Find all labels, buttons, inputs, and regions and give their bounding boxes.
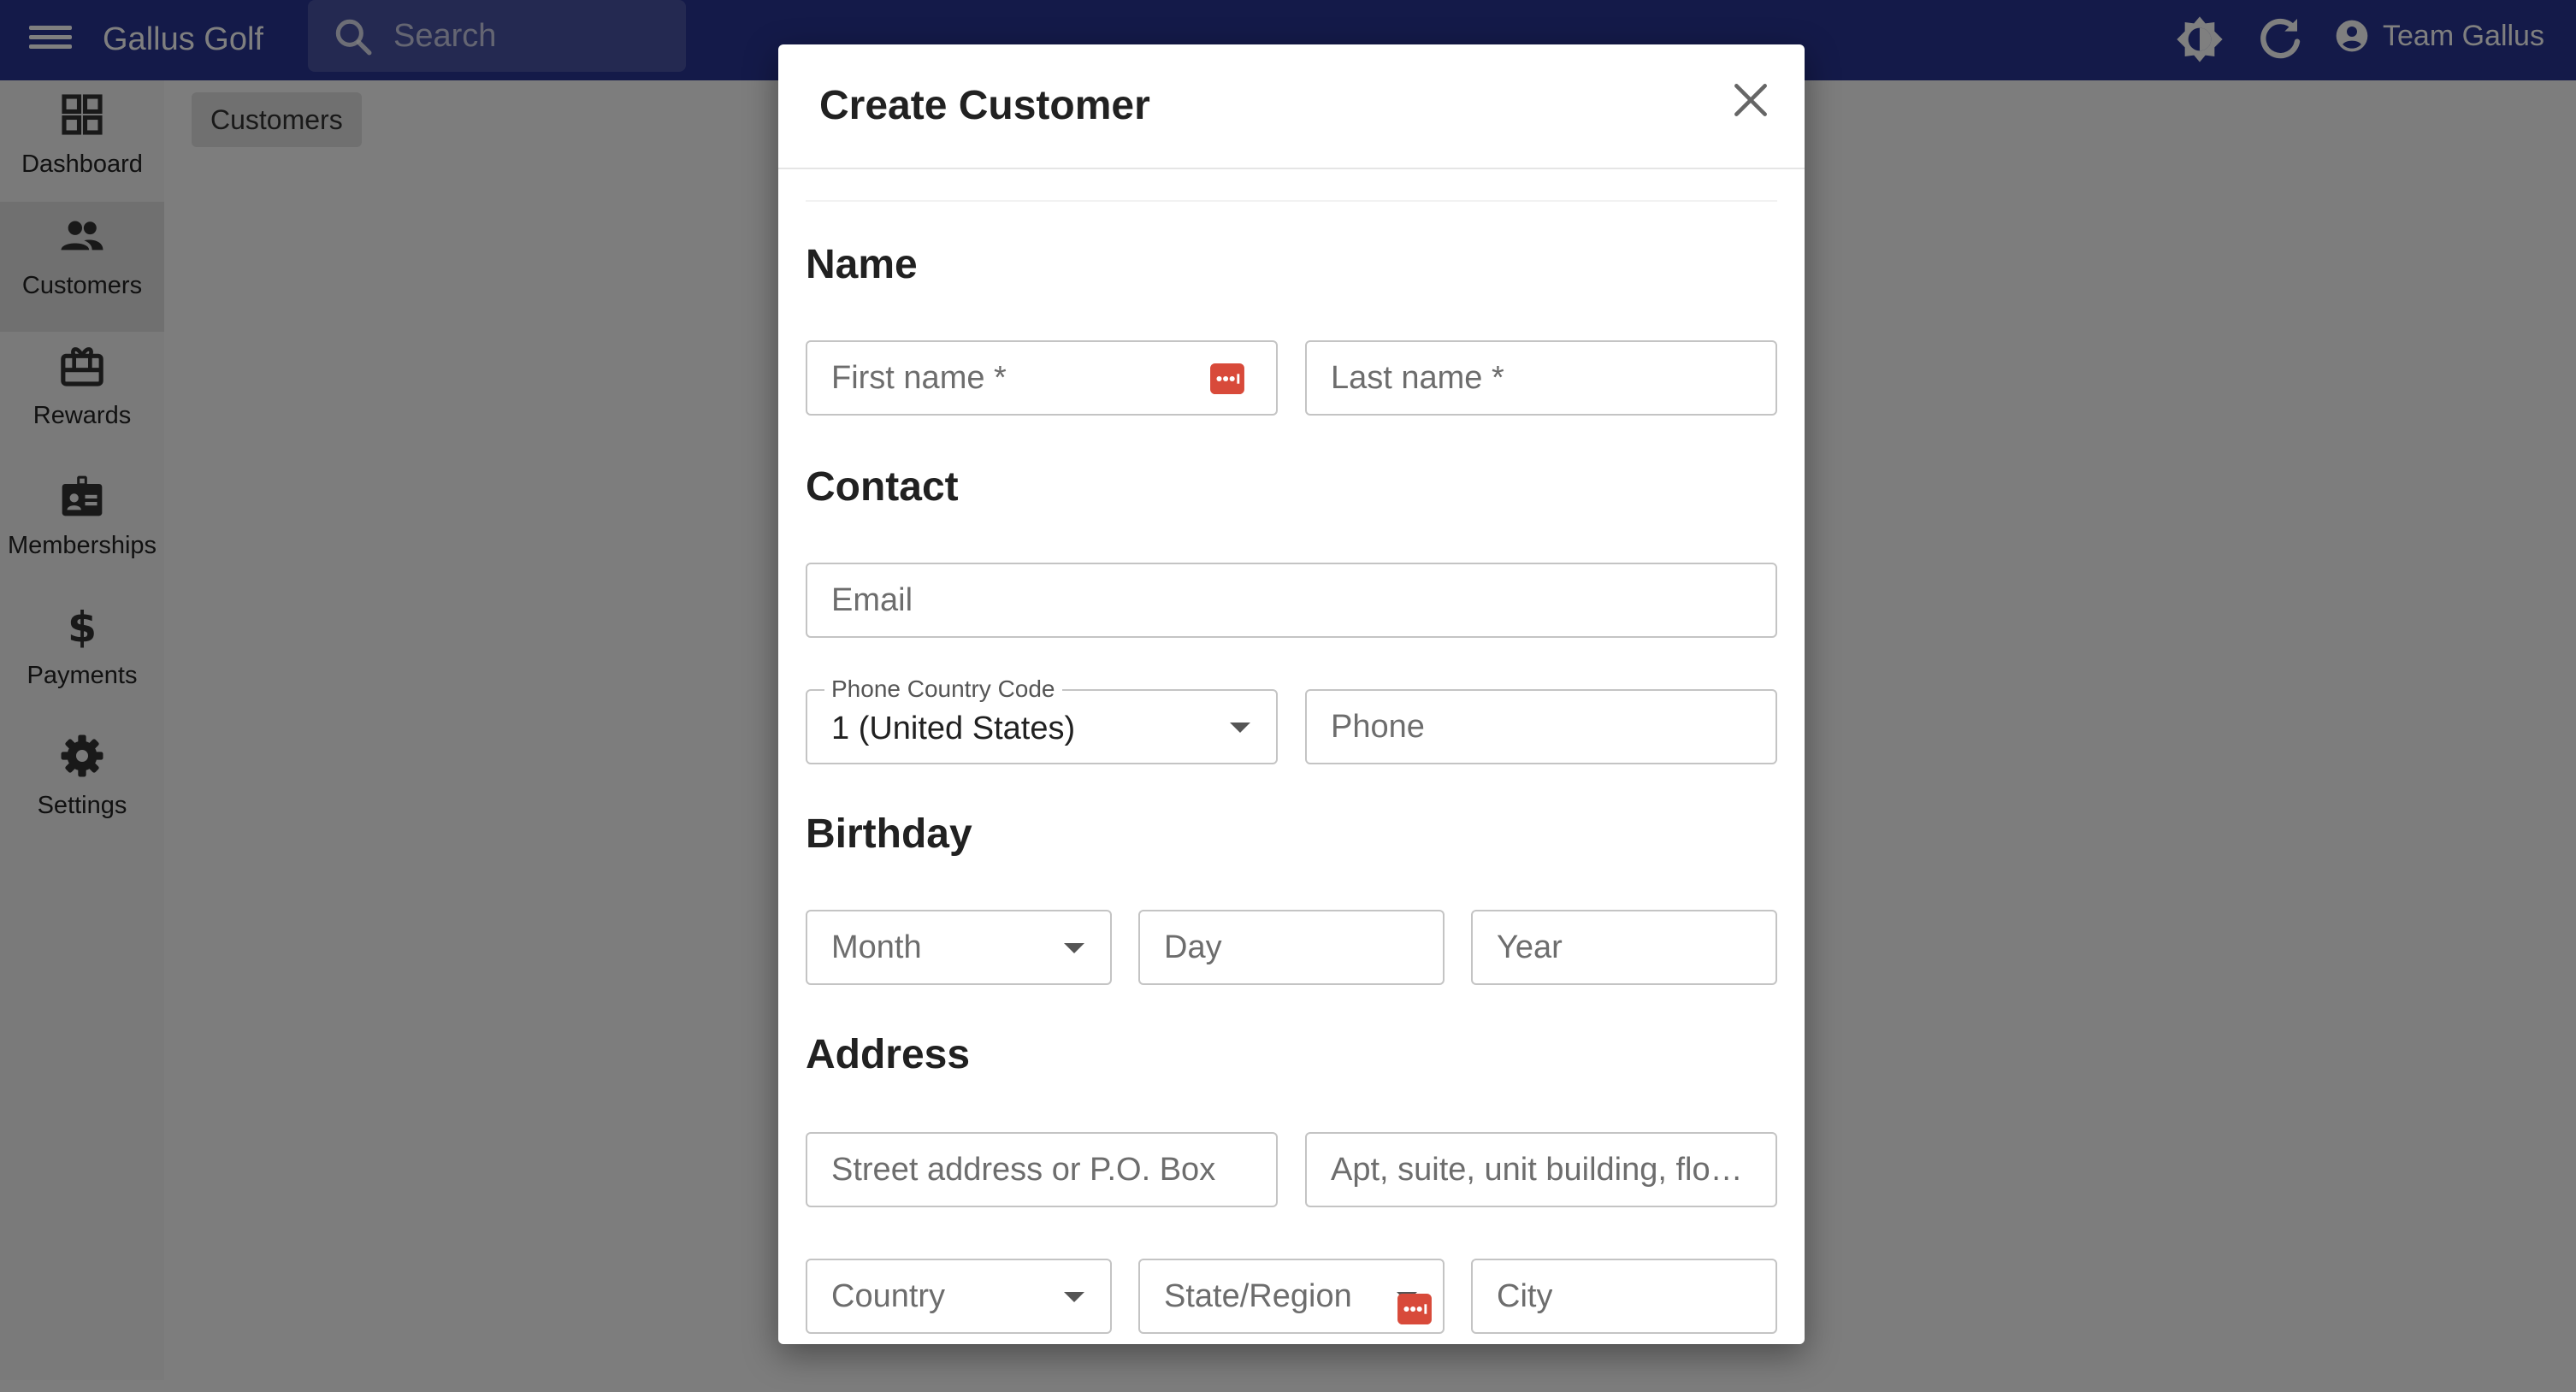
street-address-field[interactable]: Street address or P.O. Box bbox=[806, 1132, 1278, 1207]
chevron-down-icon bbox=[1230, 723, 1250, 733]
dialog-divider bbox=[806, 200, 1777, 202]
first-name-placeholder: First name * bbox=[831, 360, 1007, 396]
country-placeholder: Country bbox=[831, 1278, 946, 1314]
section-heading-name: Name bbox=[806, 242, 918, 287]
year-placeholder: Year bbox=[1497, 929, 1563, 965]
dialog-divider bbox=[778, 168, 1805, 169]
phone-placeholder: Phone bbox=[1331, 709, 1425, 745]
state-region-placeholder: State/Region bbox=[1164, 1278, 1352, 1314]
section-heading-contact: Contact bbox=[806, 464, 959, 510]
last-name-field[interactable]: Last name * bbox=[1305, 340, 1777, 416]
password-manager-icon[interactable] bbox=[1397, 1293, 1433, 1325]
email-field[interactable]: Email bbox=[806, 563, 1777, 638]
first-name-field[interactable]: First name * bbox=[806, 340, 1278, 416]
month-placeholder: Month bbox=[831, 929, 922, 965]
apt-suite-field[interactable]: Apt, suite, unit building, floor, etc. bbox=[1305, 1132, 1777, 1207]
birthday-day-field[interactable]: Day bbox=[1138, 910, 1445, 985]
apt-suite-placeholder: Apt, suite, unit building, floor, etc. bbox=[1331, 1152, 1758, 1188]
birthday-month-select[interactable]: Month bbox=[806, 910, 1112, 985]
country-select[interactable]: Country bbox=[806, 1259, 1112, 1334]
phone-country-code-select[interactable]: Phone Country Code 1 (United States) bbox=[806, 675, 1278, 764]
state-region-select[interactable]: State/Region bbox=[1138, 1259, 1445, 1334]
last-name-placeholder: Last name * bbox=[1331, 360, 1504, 396]
password-manager-icon[interactable] bbox=[1209, 363, 1245, 395]
city-placeholder: City bbox=[1497, 1278, 1553, 1314]
chevron-down-icon bbox=[1064, 1292, 1084, 1302]
chevron-down-icon bbox=[1064, 943, 1084, 953]
day-placeholder: Day bbox=[1164, 929, 1222, 965]
section-heading-address: Address bbox=[806, 1032, 971, 1077]
birthday-year-field[interactable]: Year bbox=[1471, 910, 1777, 985]
email-placeholder: Email bbox=[831, 582, 913, 618]
close-icon[interactable] bbox=[1729, 79, 1772, 121]
dialog-title: Create Customer bbox=[819, 83, 1150, 128]
phone-country-code-value: 1 (United States) bbox=[831, 711, 1076, 746]
city-field[interactable]: City bbox=[1471, 1259, 1777, 1334]
phone-field[interactable]: Phone bbox=[1305, 689, 1777, 764]
street-address-placeholder: Street address or P.O. Box bbox=[831, 1152, 1216, 1188]
create-customer-dialog: Create Customer Name First name * Last n… bbox=[778, 44, 1805, 1344]
section-heading-birthday: Birthday bbox=[806, 811, 972, 857]
